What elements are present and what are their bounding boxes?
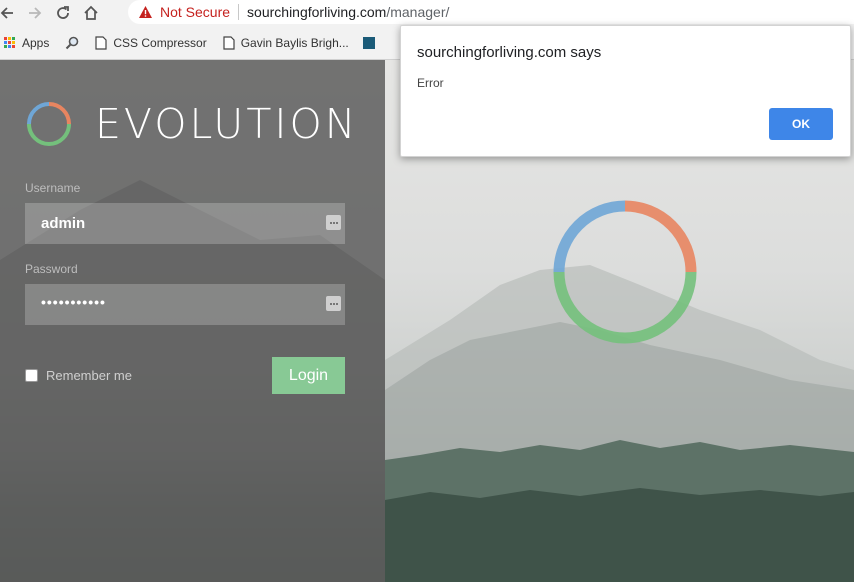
- omnibox-separator: [238, 4, 240, 20]
- dialog-title: sourchingforliving.com says: [417, 44, 602, 61]
- dialog-message: Error: [417, 76, 444, 90]
- bookmark-label: Apps: [22, 35, 50, 50]
- bookmark-css-compressor[interactable]: CSS Compressor: [95, 35, 207, 50]
- bookmark-label: CSS Compressor: [113, 35, 207, 50]
- login-button[interactable]: Login: [272, 357, 345, 394]
- browser-toolbar: Not Secure sourchingforliving.com /manag…: [0, 0, 854, 26]
- warning-triangle-icon[interactable]: [138, 5, 153, 19]
- brand-name: EVOLUTION: [95, 100, 359, 148]
- password-label: Password: [25, 262, 78, 276]
- brand-logo: EVOLUTION: [25, 100, 358, 148]
- remember-me[interactable]: Remember me: [25, 368, 132, 383]
- url-host: sourchingforliving.com: [247, 4, 387, 20]
- address-bar[interactable]: Not Secure sourchingforliving.com /manag…: [128, 0, 854, 24]
- ok-button[interactable]: OK: [769, 108, 833, 140]
- bookmark-label: Gavin Baylis Brigh...: [240, 35, 349, 50]
- bookmark-gavin-baylis[interactable]: Gavin Baylis Brigh...: [223, 36, 349, 50]
- home-icon: [84, 5, 98, 20]
- autofill-key-icon[interactable]: [326, 296, 341, 311]
- password-value: •••••••••••: [41, 294, 106, 310]
- not-secure-label[interactable]: Not Secure: [160, 4, 230, 20]
- url-path: /manager/: [386, 4, 450, 20]
- home-button[interactable]: [78, 0, 104, 26]
- evolution-logo-icon: [27, 102, 71, 146]
- username-label: Username: [25, 181, 81, 195]
- bookmark-favicon-partial[interactable]: [362, 36, 375, 49]
- page-icon: [95, 35, 107, 50]
- autofill-key-icon[interactable]: [326, 215, 341, 230]
- forward-button[interactable]: [22, 0, 48, 26]
- evolution-ring-logo: [549, 198, 701, 351]
- apps-grid-icon: [4, 36, 16, 49]
- username-input[interactable]: admin: [25, 203, 345, 244]
- reload-icon: [57, 6, 69, 19]
- bookmark-search[interactable]: [65, 36, 79, 50]
- password-input[interactable]: •••••••••••: [25, 284, 345, 325]
- forward-arrow-icon: [29, 7, 42, 19]
- bookmark-apps[interactable]: Apps: [0, 36, 49, 50]
- back-arrow-icon: [0, 7, 13, 19]
- back-button[interactable]: [0, 0, 20, 26]
- magnifier-icon: [66, 36, 79, 49]
- remember-me-checkbox[interactable]: [25, 369, 38, 382]
- remember-me-label[interactable]: Remember me: [46, 368, 132, 383]
- username-value: admin: [41, 215, 86, 232]
- login-panel: EVOLUTION Username admin Password ••••••…: [0, 60, 385, 582]
- alert-dialog: sourchingforliving.com says Error OK: [400, 25, 851, 157]
- page-icon: [223, 35, 235, 50]
- reload-button[interactable]: [50, 0, 76, 26]
